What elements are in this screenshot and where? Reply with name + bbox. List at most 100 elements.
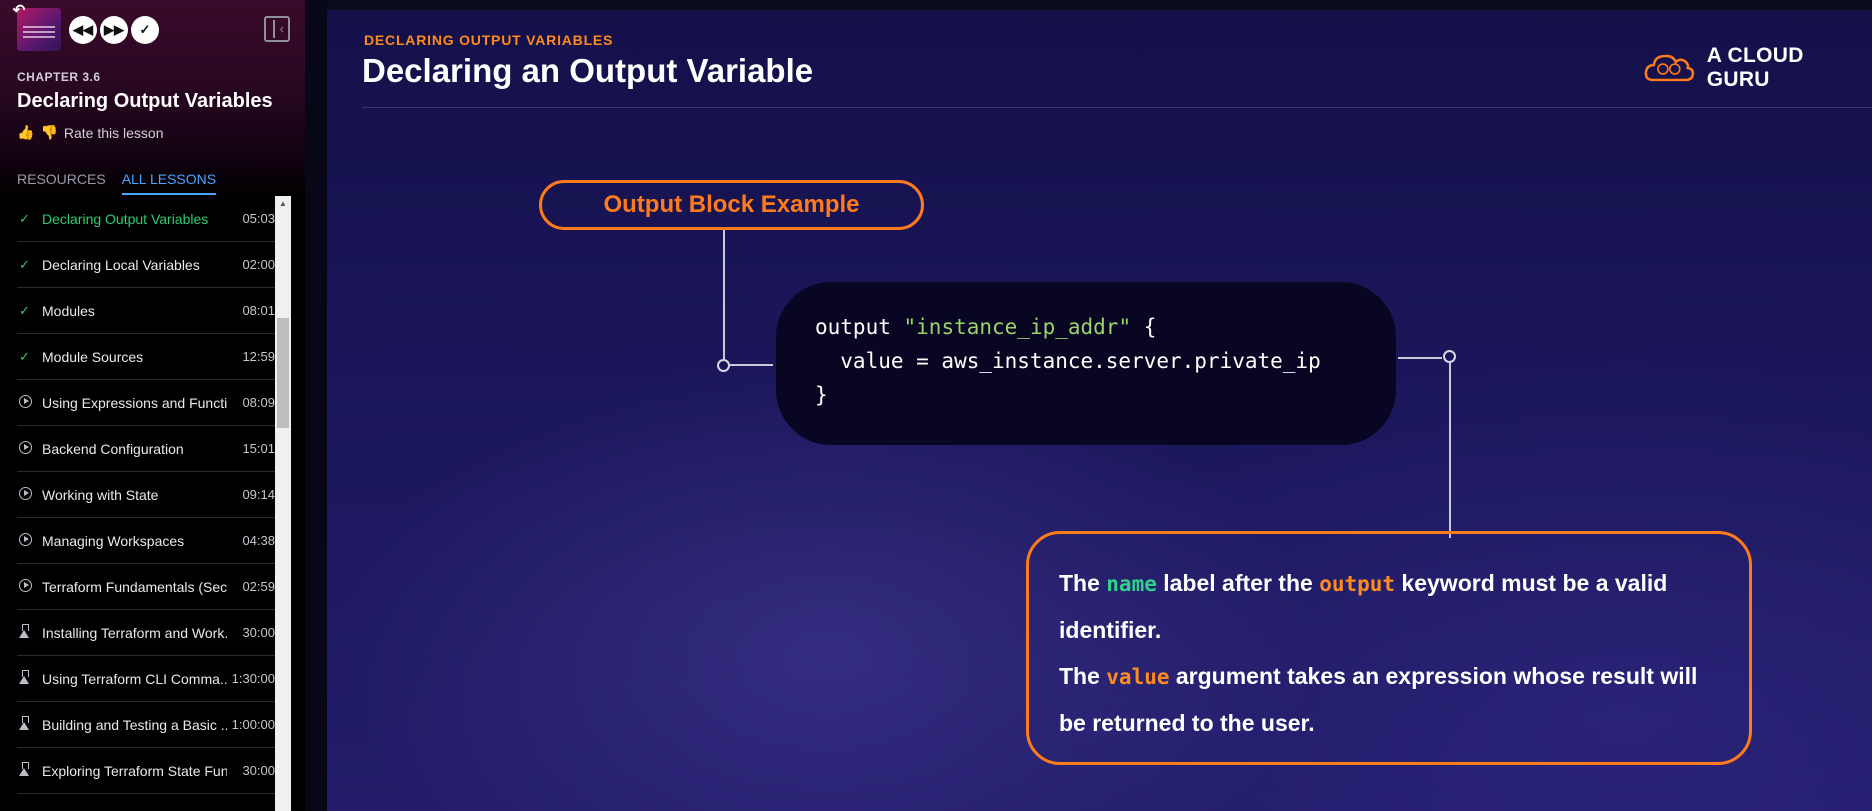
check-icon: ✓: [19, 210, 30, 226]
lesson-name: Backend Configuration: [42, 440, 184, 457]
lesson-sidebar: ↶ ◀◀ ▶▶ ✓ ‹ CHAPTER 3.6 Declaring Output…: [0, 0, 305, 811]
connector-line: [723, 230, 725, 365]
tab-all-lessons[interactable]: ALL LESSONS: [121, 171, 217, 195]
scroll-up-arrow-icon[interactable]: ▲: [275, 196, 291, 212]
lab-flask-icon: [17, 716, 42, 733]
lesson-name: Using Terraform CLI Comma...: [42, 670, 227, 687]
output-block-example-callout: Output Block Example: [539, 180, 924, 230]
lab-flask-icon: [17, 670, 42, 687]
lesson-duration: 02:59: [242, 579, 275, 594]
cloud-logo-icon: [1644, 54, 1695, 82]
lesson-duration: 30:00: [242, 625, 275, 640]
tab-resources[interactable]: RESOURCES: [17, 171, 106, 195]
lesson-item[interactable]: ✓ Module Sources 12:59: [17, 334, 275, 380]
lesson-title: Declaring Output Variables: [17, 90, 273, 112]
lesson-duration: 05:03: [242, 211, 275, 226]
code-block: output "instance_ip_addr" { value = aws_…: [776, 282, 1396, 445]
sidebar-tabs: RESOURCES ALL LESSONS: [17, 171, 217, 195]
lesson-item[interactable]: Using Terraform CLI Comma... 1:30:00: [17, 656, 275, 702]
connector-node: [717, 359, 730, 372]
code-brace: {: [1131, 315, 1157, 339]
connector-node: [1443, 350, 1456, 363]
lesson-item[interactable]: ✓ Declaring Output Variables 05:03: [17, 196, 275, 242]
lesson-name: Declaring Output Variables: [42, 210, 209, 227]
rewind-button[interactable]: ◀◀: [69, 16, 97, 44]
play-icon: [17, 532, 42, 549]
slide-subtitle: DECLARING OUTPUT VARIABLES: [364, 32, 614, 48]
lesson-item[interactable]: ✓ Modules 08:01: [17, 288, 275, 334]
lesson-name: Declaring Local Variables: [42, 256, 200, 273]
name-keyword: name: [1106, 572, 1157, 596]
lesson-duration: 04:38: [242, 533, 275, 548]
brand-name: A CLOUD GURU: [1706, 44, 1804, 91]
desc-text: The: [1059, 663, 1107, 689]
lesson-item[interactable]: Using Expressions and Functi... 08:09: [17, 380, 275, 426]
play-icon: [17, 440, 42, 457]
lesson-name: Module Sources: [42, 348, 144, 365]
lesson-duration: 30:00: [242, 763, 275, 778]
lesson-name: Building and Testing a Basic ...: [42, 716, 227, 733]
connector-line: [730, 364, 773, 366]
description-box: The name label after the output keyword …: [1026, 531, 1752, 765]
title-divider: [362, 107, 1872, 108]
rate-lesson-row: 👍 👎 Rate this lesson: [17, 124, 163, 141]
lesson-name: Terraform Fundamentals (Sec...: [42, 578, 227, 595]
lesson-item[interactable]: Building and Testing a Basic ... 1:00:00: [17, 702, 275, 748]
lesson-duration: 02:00: [242, 257, 275, 272]
lesson-item[interactable]: Terraform Fundamentals (Sec... 02:59: [17, 564, 275, 610]
check-icon: ✓: [19, 302, 30, 318]
lesson-name: Working with State: [42, 486, 159, 503]
lesson-duration: 12:59: [242, 349, 275, 364]
lesson-item[interactable]: Managing Workspaces 04:38: [17, 518, 275, 564]
fast-forward-button[interactable]: ▶▶: [100, 16, 128, 44]
lesson-list: ✓ Declaring Output Variables 05:03 ✓ Declari…: [17, 196, 275, 794]
slide-title: Declaring an Output Variable: [362, 52, 814, 89]
sidebar-header: ↶ ◀◀ ▶▶ ✓ ‹ CHAPTER 3.6 Declaring Output…: [0, 0, 305, 195]
lesson-name: Installing Terraform and Work...: [42, 624, 227, 641]
lesson-name: Modules: [42, 302, 95, 319]
lesson-duration: 15:01: [242, 441, 275, 456]
check-icon: ✓: [19, 348, 30, 364]
lesson-duration: 08:09: [242, 395, 275, 410]
lesson-name: Using Expressions and Functi...: [42, 394, 227, 411]
play-icon: [17, 486, 42, 503]
play-icon: [17, 394, 42, 411]
scrollbar-thumb[interactable]: [277, 318, 289, 428]
lesson-duration: 09:14: [242, 487, 275, 502]
lesson-item[interactable]: Exploring Terraform State Fun... 30:00: [17, 748, 275, 794]
lab-flask-icon: [17, 762, 42, 779]
play-icon: [17, 578, 42, 595]
lesson-name: Managing Workspaces: [42, 532, 185, 549]
code-content: output "instance_ip_addr" { value = aws_…: [815, 310, 1321, 412]
back-arrow-icon[interactable]: ↶: [10, 2, 28, 20]
output-keyword: output: [1319, 572, 1396, 596]
lesson-item[interactable]: Backend Configuration 15:01: [17, 426, 275, 472]
lesson-item[interactable]: Installing Terraform and Work... 30:00: [17, 610, 275, 656]
brand-logo: A CLOUD GURU: [1643, 44, 1872, 92]
connector-line: [1449, 363, 1451, 538]
desc-text: The: [1059, 570, 1107, 596]
lesson-name: Exploring Terraform State Fun...: [42, 762, 227, 779]
lesson-duration: 1:30:00: [231, 671, 275, 686]
code-closing-brace: }: [815, 383, 828, 407]
code-string: "instance_ip_addr": [903, 315, 1132, 339]
connector-line: [1398, 357, 1442, 359]
chapter-label: CHAPTER 3.6: [17, 70, 101, 84]
lesson-list-scrollbar[interactable]: ▲: [275, 196, 291, 811]
value-keyword: value: [1106, 665, 1170, 689]
code-line-value: value = aws_instance.server.private_ip: [815, 349, 1321, 373]
lab-flask-icon: [17, 624, 42, 641]
lesson-item[interactable]: ✓ Declaring Local Variables 02:00: [17, 242, 275, 288]
lesson-duration: 1:00:00: [231, 717, 275, 732]
video-slide[interactable]: DECLARING OUTPUT VARIABLES Declaring an …: [327, 10, 1872, 811]
check-icon: ✓: [19, 256, 30, 272]
collapse-sidebar-button[interactable]: ‹: [264, 16, 290, 42]
thumbs-down-icon[interactable]: 👎: [40, 124, 57, 141]
desc-text: label after the: [1156, 570, 1320, 596]
code-keyword: output: [815, 315, 904, 339]
thumbs-up-icon[interactable]: 👍: [17, 124, 34, 141]
lesson-item[interactable]: Working with State 09:14: [17, 472, 275, 518]
lesson-duration: 08:01: [242, 303, 275, 318]
mark-complete-button[interactable]: ✓: [131, 16, 159, 44]
rate-lesson-label: Rate this lesson: [63, 124, 164, 141]
